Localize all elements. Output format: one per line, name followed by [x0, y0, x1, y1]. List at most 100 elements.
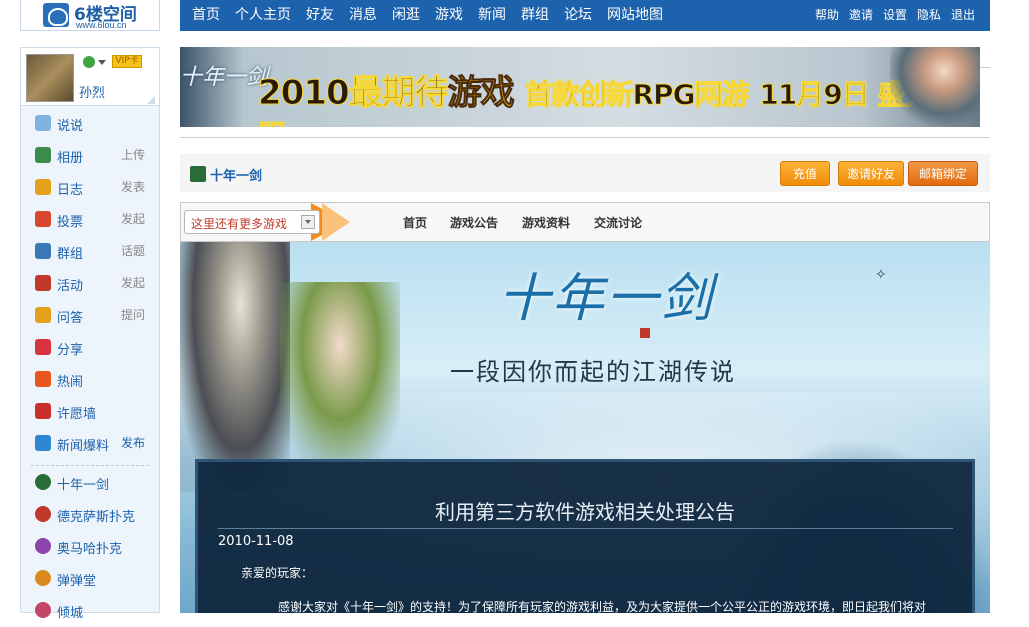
- nav-sitemap[interactable]: 网站地图: [607, 0, 663, 31]
- sidebar-item[interactable]: 分享: [21, 332, 159, 364]
- nav-home[interactable]: 首页: [192, 0, 220, 31]
- sidebar-item[interactable]: 活动 发起: [21, 268, 159, 300]
- ddt-game-icon: [35, 570, 51, 586]
- nav-help[interactable]: 帮助: [815, 0, 839, 31]
- sidebar-item-action[interactable]: 话题: [121, 242, 145, 259]
- poker-chip-purple-icon: [35, 538, 51, 554]
- sidebar-item-label[interactable]: 新闻爆料: [57, 435, 109, 454]
- game-nav: 这里还有更多游戏 首页 游戏公告 游戏资料 交流讨论: [180, 202, 990, 242]
- sidebar-game-item[interactable]: 十年一剑: [21, 467, 159, 499]
- hero-slogan: 一段因你而起的江湖传说: [450, 358, 736, 386]
- game-title[interactable]: 十年一剑: [210, 165, 262, 184]
- nav-news[interactable]: 新闻: [478, 0, 506, 31]
- sidebar-item-label[interactable]: 相册: [57, 147, 83, 166]
- notice-body: 感谢大家对《十年一剑》的支持！为了保障所有玩家的游戏利益，及为大家提供一个公平公…: [278, 600, 927, 613]
- banner-part2: 游戏: [447, 73, 515, 114]
- nav-messages[interactable]: 消息: [349, 0, 377, 31]
- vote-chart-icon: [35, 211, 51, 227]
- online-status-icon[interactable]: [83, 56, 95, 68]
- nav-settings[interactable]: 设置: [883, 0, 907, 31]
- nav-logout[interactable]: 退出: [951, 0, 975, 31]
- sword-game-icon: [190, 166, 206, 182]
- fire-icon: [35, 371, 51, 387]
- sidebar-game-item[interactable]: 奥马哈扑克: [21, 531, 159, 563]
- sidebar-item[interactable]: 日志 发表: [21, 172, 159, 204]
- sidebar-item[interactable]: 说说: [21, 108, 159, 140]
- status-dropdown-icon[interactable]: [98, 60, 106, 65]
- ad-banner[interactable]: 十年一剑 2010最期待游戏 首款创新RPG网游 11月9日 盛大开服: [180, 47, 980, 127]
- more-games-select[interactable]: 这里还有更多游戏: [184, 210, 320, 234]
- sidebar-item-label[interactable]: 分享: [57, 339, 83, 358]
- nav-groups[interactable]: 群组: [521, 0, 549, 31]
- profile-fold-corner: [147, 96, 155, 104]
- tab-game-notices[interactable]: 游戏公告: [450, 214, 498, 231]
- sidebar-game-item[interactable]: 德克萨斯扑克: [21, 499, 159, 531]
- sidebar-game-label[interactable]: 德克萨斯扑克: [57, 506, 135, 525]
- username[interactable]: 孙烈: [79, 82, 105, 101]
- site-logo[interactable]: 6楼空间 www.6lou.cn: [20, 0, 160, 31]
- sidebar-item[interactable]: 群组 话题: [21, 236, 159, 268]
- sidebar-item-label[interactable]: 群组: [57, 243, 83, 262]
- logo-butterfly-icon: [43, 3, 69, 27]
- sidebar-item-action[interactable]: 发布: [121, 434, 145, 451]
- sidebar-item[interactable]: 问答 提问: [21, 300, 159, 332]
- sidebar-divider: [31, 465, 149, 466]
- sword-game-icon: [35, 474, 51, 490]
- sidebar-item-label[interactable]: 许愿墙: [57, 403, 96, 422]
- sidebar-item-label[interactable]: 活动: [57, 275, 83, 294]
- sidebar-game-item[interactable]: 倾城: [21, 595, 159, 627]
- sidebar-game-item[interactable]: 弹弹堂: [21, 563, 159, 595]
- sidebar-item-action[interactable]: 发表: [121, 178, 145, 195]
- sidebar-item-action[interactable]: 提问: [121, 306, 145, 323]
- nav-games[interactable]: 游戏: [435, 0, 463, 31]
- diary-icon: [35, 179, 51, 195]
- sidebar-game-label[interactable]: 奥马哈扑克: [57, 538, 122, 557]
- chevron-down-icon[interactable]: [301, 215, 315, 229]
- sidebar-item-label[interactable]: 说说: [57, 115, 83, 134]
- sidebar-item[interactable]: 相册 上传: [21, 140, 159, 172]
- tab-game-home[interactable]: 首页: [403, 214, 427, 231]
- nav-invite[interactable]: 邀请: [849, 0, 873, 31]
- nav-forum[interactable]: 论坛: [564, 0, 592, 31]
- game-header: 十年一剑 充值 邀请好友 邮箱绑定: [180, 154, 990, 192]
- news-icon: [35, 435, 51, 451]
- sidebar-game-label[interactable]: 弹弹堂: [57, 570, 96, 589]
- qingcheng-game-icon: [35, 602, 51, 618]
- sidebar-item[interactable]: 新闻爆料 发布: [21, 428, 159, 460]
- nav-privacy[interactable]: 隐私: [917, 0, 941, 31]
- avatar[interactable]: [26, 54, 74, 102]
- more-games-label: 这里还有更多游戏: [191, 217, 288, 231]
- nav-browse[interactable]: 闲逛: [392, 0, 420, 31]
- sidebar-item[interactable]: 许愿墙: [21, 396, 159, 428]
- sidebar-item-action[interactable]: 发起: [121, 210, 145, 227]
- banner-side-rule: [980, 67, 990, 68]
- nav-profile[interactable]: 个人主页: [235, 0, 291, 31]
- sidebar-item[interactable]: 投票 发起: [21, 204, 159, 236]
- email-bind-button[interactable]: 邮箱绑定: [908, 161, 978, 186]
- sidebar-item-action[interactable]: 发起: [121, 274, 145, 291]
- tab-game-info[interactable]: 游戏资料: [522, 214, 570, 231]
- sidebar-item-action[interactable]: 上传: [121, 146, 145, 163]
- invite-friends-button[interactable]: 邀请好友: [838, 161, 904, 186]
- sidebar: VIP卡 孙烈 说说 相册 上传 日志 发表 投票 发起 群组 话题 活动 发起 问答 提问 分享 热闹 许愿…: [20, 47, 160, 621]
- banner-part3: 首款创新RPG网游: [524, 78, 750, 112]
- sidebar-item-label[interactable]: 问答: [57, 307, 83, 326]
- hero-elder-character: [180, 242, 290, 492]
- sidebar-item-label[interactable]: 投票: [57, 211, 83, 230]
- nav-arrow-highlight: [322, 203, 350, 241]
- sidebar-item[interactable]: 热闹: [21, 364, 159, 396]
- group-icon: [35, 243, 51, 259]
- sidebar-game-label[interactable]: 十年一剑: [57, 474, 109, 493]
- vip-card-badge[interactable]: VIP卡: [112, 55, 142, 68]
- hero-girl-character: [280, 282, 400, 462]
- tab-game-discussion[interactable]: 交流讨论: [594, 214, 642, 231]
- sidebar-item-label[interactable]: 热闹: [57, 371, 83, 390]
- wish-flower-icon: [35, 403, 51, 419]
- nav-friends[interactable]: 好友: [306, 0, 334, 31]
- notice-date: 2010-11-08: [218, 534, 294, 549]
- logo-url: www.6lou.cn: [76, 20, 127, 30]
- sidebar-game-label[interactable]: 倾城: [57, 602, 83, 621]
- recharge-button[interactable]: 充值: [780, 161, 830, 186]
- sidebar-item-label[interactable]: 日志: [57, 179, 83, 198]
- banner-divider: [180, 137, 990, 138]
